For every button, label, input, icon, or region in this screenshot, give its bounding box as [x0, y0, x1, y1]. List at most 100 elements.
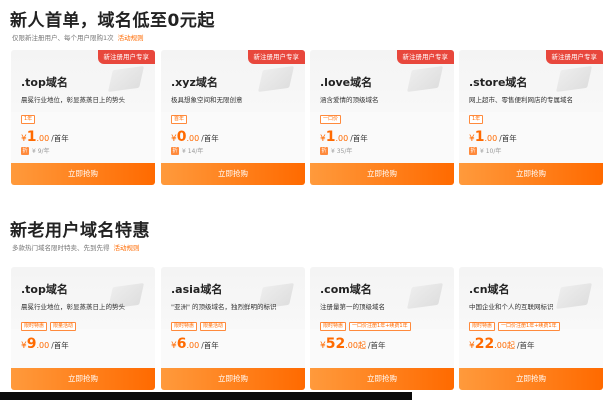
- price-unit: /首年: [201, 341, 219, 350]
- new-user-ribbon: 新注册用户专享: [545, 50, 603, 64]
- buy-now-button[interactable]: 立即抢购: [161, 163, 305, 185]
- tag-group: 限时特惠 限量活动: [21, 322, 77, 331]
- horizontal-scrollbar[interactable]: [0, 392, 412, 400]
- original-price-text: ¥ 9/年: [32, 148, 50, 155]
- domain-description: 极具想象空间和无限创意: [171, 96, 243, 104]
- new-user-ribbon: 新注册用户专享: [247, 50, 305, 64]
- tag-group: 限时特惠 限量活动: [171, 322, 227, 331]
- promo-tag: 限时特惠: [320, 322, 347, 331]
- domain-description: 晨冕行业地位，彰显蒸蒸日上的势头: [21, 303, 125, 311]
- new-user-ribbon: 新注册用户专享: [97, 50, 155, 64]
- price: ¥6.00/首年: [171, 333, 219, 352]
- price: ¥0.00/首年: [171, 126, 219, 145]
- domain-card: 新注册用户专享 .love域名涵含爱情的顶级域名 一口价 ¥1.00/首年折 ¥ 35/…: [310, 50, 454, 185]
- promo-tag: 1年: [469, 115, 484, 124]
- price-unit: /首年: [516, 341, 535, 350]
- rules-link[interactable]: 活动规则: [118, 34, 144, 42]
- tag-group: 限时特惠 一口价注册1年+续费1年: [469, 322, 560, 331]
- domain-card: .top域名晨冕行业地位，彰显蒸蒸日上的势头 限时特惠 限量活动 ¥9.00/首年立即…: [11, 267, 155, 390]
- buy-now-button[interactable]: 立即抢购: [11, 368, 155, 390]
- domain-description: 中国企业和个人的互联网标识: [469, 303, 554, 311]
- tag-group: 1年: [469, 115, 484, 124]
- price-decimal: .00起: [494, 341, 515, 350]
- price: ¥1.00/首年: [469, 126, 517, 145]
- promo-section: 新老用户域名特惠 多款热门域名限时特卖、先到先得 活动规则 .top域名晨冕行业地…: [0, 212, 607, 400]
- domain-name: .com域名: [320, 283, 372, 296]
- price-decimal: .00: [484, 134, 498, 143]
- price-decimal: .00起: [345, 341, 366, 350]
- discount-badge-icon: 折: [469, 146, 477, 155]
- original-price: 折 ¥ 14/年: [171, 146, 203, 155]
- subtitle-text: 多款热门域名限时特卖、先到先得: [12, 244, 110, 252]
- domain-name: .cn域名: [469, 283, 510, 296]
- price-integer: 52: [325, 336, 346, 352]
- promo-tag: 一口价: [320, 115, 342, 124]
- domain-name: .top域名: [21, 76, 68, 89]
- domain-name: .store域名: [469, 76, 528, 89]
- domain-name: .love域名: [320, 76, 373, 89]
- new-user-ribbon: 新注册用户专享: [396, 50, 454, 64]
- domain-description: 晨冕行业地位，彰显蒸蒸日上的势头: [21, 96, 125, 104]
- discount-badge-icon: 折: [21, 146, 29, 155]
- original-price: 折 ¥ 35/年: [320, 146, 352, 155]
- price-decimal: .00: [36, 341, 50, 350]
- domain-card: .com域名 注册量第一的顶级域名 限时特惠 一口价注册1年+续费1年 ¥52.00起 /…: [310, 267, 454, 390]
- discount-badge-icon: 折: [320, 146, 328, 155]
- original-price-text: ¥ 14/年: [182, 148, 204, 155]
- buy-now-button[interactable]: 立即抢购: [161, 368, 305, 390]
- tag-group: 一口价: [320, 115, 342, 124]
- price: ¥52.00起/首年: [320, 333, 385, 352]
- price-integer: 22: [474, 336, 495, 352]
- section-title: 新老用户域名特惠: [10, 221, 150, 241]
- domain-card: 新注册用户专享 .xyz域名极具想象空间和无限创意 首年 ¥0.00/首年折 ¥ 14/…: [161, 50, 305, 185]
- domain-description: 网上超市、零售便利网店的专属域名: [469, 96, 573, 104]
- tag-group: 首年: [171, 115, 188, 124]
- price-decimal: .00: [335, 134, 349, 143]
- newcomer-section: 新人首单，域名低至0元起 仅限新注册用户、每个用户限购1次 活动规则 新注册用户专…: [0, 0, 607, 190]
- original-price-text: ¥ 35/年: [331, 148, 353, 155]
- price: ¥1.00/首年: [21, 126, 69, 145]
- original-price: 折 ¥ 10/年: [469, 146, 501, 155]
- domain-card: 新注册用户专享 .store域名网上超市、零售便利网店的专属域名 1年 ¥1.00/首…: [459, 50, 603, 185]
- buy-now-button[interactable]: 立即抢购: [459, 163, 603, 185]
- subtitle-text: 仅限新注册用户、每个用户限购1次: [12, 34, 114, 42]
- section-subtitle: 多款热门域名限时特卖、先到先得 活动规则: [12, 242, 140, 252]
- promo-tag: 一口价注册1年+续费1年: [498, 322, 560, 331]
- domain-name: .top域名: [21, 283, 68, 296]
- buy-now-button[interactable]: 立即抢购: [459, 368, 603, 390]
- price: ¥1.00/首年: [320, 126, 368, 145]
- buy-now-button[interactable]: 立即抢购: [310, 163, 454, 185]
- promo-tag: 限时特惠: [469, 322, 496, 331]
- price: ¥22.00起/首年: [469, 333, 534, 352]
- domain-description: 涵含爱情的顶级域名: [320, 96, 379, 104]
- domain-name: .xyz域名: [171, 76, 218, 89]
- price-unit: /首年: [367, 341, 386, 350]
- promo-tag: 1年: [21, 115, 36, 124]
- price: ¥9.00/首年: [21, 333, 69, 352]
- promo-tag: 限量活动: [200, 322, 227, 331]
- price-unit: /首年: [51, 134, 69, 143]
- price-decimal: .00: [186, 134, 200, 143]
- section-title: 新人首单，域名低至0元起: [10, 11, 215, 31]
- domain-description: 注册量第一的顶级域名: [320, 303, 385, 311]
- price-unit: /首年: [499, 134, 517, 143]
- buy-now-button[interactable]: 立即抢购: [310, 368, 454, 390]
- original-price-text: ¥ 10/年: [480, 148, 502, 155]
- tag-group: 限时特惠 一口价注册1年+续费1年: [320, 322, 411, 331]
- price-unit: /首年: [51, 341, 69, 350]
- domain-description: "亚洲" 的顶级域名，独烈鲜明的标识: [171, 303, 277, 311]
- promo-tag: 限时特惠: [171, 322, 198, 331]
- price-unit: /首年: [350, 134, 368, 143]
- price-unit: /首年: [201, 134, 219, 143]
- domain-card: 新注册用户专享 .top域名晨冕行业地位，彰显蒸蒸日上的势头 1年 ¥1.00/首年折…: [11, 50, 155, 185]
- buy-now-button[interactable]: 立即抢购: [11, 163, 155, 185]
- tag-group: 1年: [21, 115, 36, 124]
- rules-link[interactable]: 活动规则: [114, 244, 140, 252]
- discount-badge-icon: 折: [171, 146, 179, 155]
- domain-card: .asia域名 "亚洲" 的顶级域名，独烈鲜明的标识 限时特惠 限量活动 ¥6.00/首…: [161, 267, 305, 390]
- price-decimal: .00: [186, 341, 200, 350]
- promo-tag: 限时特惠: [21, 322, 48, 331]
- section-subtitle: 仅限新注册用户、每个用户限购1次 活动规则: [12, 32, 144, 42]
- promo-tag: 一口价注册1年+续费1年: [349, 322, 411, 331]
- promo-tag: 首年: [171, 115, 188, 124]
